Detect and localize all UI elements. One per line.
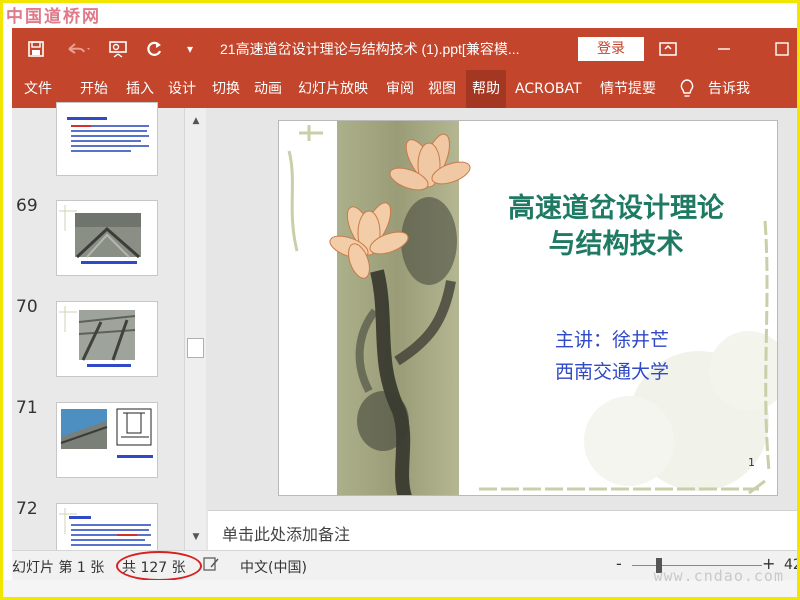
slide-number: 71 — [16, 398, 38, 418]
tab-acrobat[interactable]: ACROBAT — [509, 70, 588, 108]
zoom-slider-track[interactable] — [632, 565, 762, 566]
maximize-icon[interactable] — [770, 37, 794, 61]
tell-me-search[interactable]: 告诉我 — [702, 70, 756, 108]
scrollbar-thumb[interactable] — [187, 338, 204, 358]
tab-file[interactable]: 文件 — [18, 70, 58, 108]
login-button[interactable]: 登录 — [578, 37, 644, 61]
undo-icon[interactable] — [62, 37, 96, 61]
slide-university[interactable]: 西南交通大学 — [555, 357, 669, 384]
tab-transitions[interactable]: 切换 — [206, 70, 246, 108]
slide-thumbnail[interactable] — [56, 402, 158, 478]
lightbulb-icon[interactable] — [674, 70, 698, 108]
thumbnail-scrollbar[interactable]: ▲ ▼ — [184, 108, 206, 550]
title-bar: ▾ 21高速道岔设计理论与结构技术 (1).ppt[兼容模... 登录 — [12, 28, 800, 70]
slide-thumbnail[interactable] — [56, 102, 158, 176]
present-from-start-icon[interactable] — [106, 37, 130, 61]
tab-review[interactable]: 审阅 — [380, 70, 420, 108]
redo-icon[interactable] — [142, 37, 166, 61]
notes-placeholder: 单击此处添加备注 — [222, 525, 351, 544]
highlight-oval — [116, 551, 202, 581]
tab-design[interactable]: 设计 — [162, 70, 202, 108]
scroll-down-arrow-icon[interactable]: ▼ — [187, 528, 205, 546]
slide-background-art — [287, 121, 777, 495]
zoom-out-button[interactable]: - — [616, 554, 622, 573]
slide-thumbnail-pane: 69 70 71 72 ▲ ▼ — [12, 102, 206, 579]
slide-title[interactable]: 高速道岔设计理论 与结构技术 — [491, 191, 741, 263]
site-watermark: 中国道桥网 — [6, 7, 101, 27]
customize-toolbar-icon[interactable]: ▾ — [178, 37, 202, 61]
site-watermark-bottom: www.cndao.com — [653, 567, 784, 585]
slide-number: 70 — [16, 297, 38, 317]
tab-animations[interactable]: 动画 — [248, 70, 288, 108]
slide-canvas[interactable]: 高速道岔设计理论 与结构技术 主讲：徐井芒 西南交通大学 1 — [278, 120, 778, 496]
tab-slideshow[interactable]: 幻灯片放映 — [292, 70, 374, 108]
language-indicator[interactable]: 中文(中国) — [240, 557, 307, 577]
slide-title-line-1: 高速道岔设计理论 — [508, 193, 724, 224]
slide-title-line-2: 与结构技术 — [548, 229, 684, 260]
save-icon[interactable] — [24, 37, 48, 61]
zoom-level[interactable]: 42 — [784, 557, 800, 573]
slide-thumbnail[interactable] — [56, 301, 158, 377]
slide-number: 69 — [16, 196, 38, 216]
notes-edit-icon[interactable] — [202, 555, 220, 577]
slide-number: 72 — [16, 499, 38, 519]
ribbon-display-icon[interactable] — [656, 37, 680, 61]
window-title: 21高速道岔设计理论与结构技术 (1).ppt[兼容模... — [220, 41, 520, 57]
slide-page-number: 1 — [748, 456, 755, 469]
slide-position: 幻灯片 第 1 张 — [12, 560, 105, 576]
scroll-up-arrow-icon[interactable]: ▲ — [187, 112, 205, 130]
tab-view[interactable]: 视图 — [422, 70, 462, 108]
tab-storyboarding[interactable]: 情节提要 — [594, 70, 662, 108]
minimize-icon[interactable] — [712, 37, 736, 61]
slide-lecturer[interactable]: 主讲：徐井芒 — [555, 325, 669, 352]
notes-pane[interactable]: 单击此处添加备注 — [208, 510, 800, 550]
tab-help[interactable]: 帮助 — [466, 70, 506, 108]
slide-thumbnail[interactable] — [56, 200, 158, 276]
